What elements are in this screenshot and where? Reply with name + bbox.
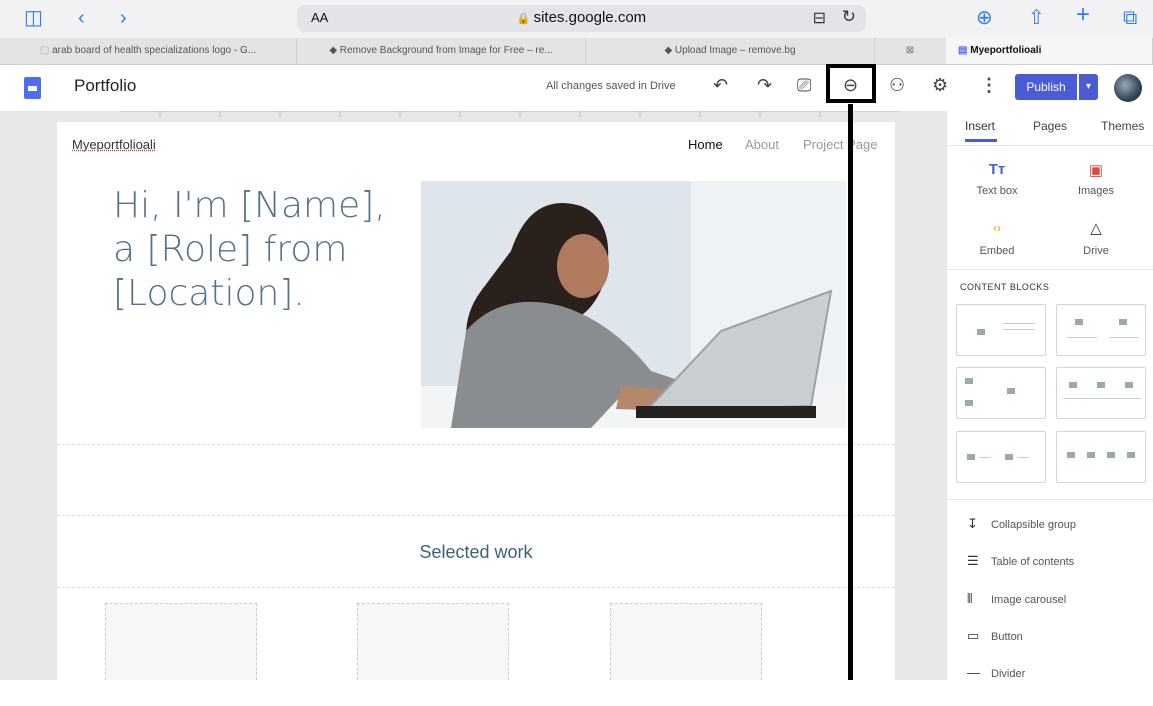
settings-icon[interactable]: ⚙ (932, 75, 948, 96)
section-divider (947, 269, 1153, 270)
share-with-others-icon[interactable]: ⚇ (889, 75, 905, 96)
content-blocks-heading: CONTENT BLOCKS (960, 282, 1050, 292)
section-divider (57, 587, 895, 588)
insert-divider[interactable]: — Divider (967, 665, 1025, 680)
removebg-favicon-icon: ◆ (664, 45, 675, 56)
image-placeholder[interactable] (105, 603, 257, 685)
save-status: All changes saved in Drive (546, 80, 676, 92)
image-placeholder[interactable] (610, 603, 762, 685)
tab-close-button[interactable]: ⊠ (875, 38, 945, 64)
more-options-icon[interactable]: ⋮ (980, 75, 998, 96)
nav-project-page[interactable]: Project Page (803, 137, 877, 152)
tab-divider (947, 145, 1153, 146)
redo-icon[interactable]: ↷ (757, 75, 772, 96)
tab-bar: ▢ arab board of health specializations l… (0, 38, 1153, 65)
downloads-icon[interactable]: ⊕ (976, 6, 993, 30)
image-placeholder[interactable] (357, 603, 509, 685)
tab-remove-bg-free[interactable]: ◆ Remove Background from Image for Free … (297, 38, 586, 64)
embed-icon[interactable]: ‹› (977, 221, 1017, 235)
tab-myeportfolioali[interactable]: ▤ Myeportfolioali (946, 38, 1153, 64)
browser-toolbar: ◫ ‹ › AA 🔒 sites.google.com ⊟ ↻ ⊕ ⇧ + ⧉ (0, 0, 1153, 38)
text-box-icon[interactable]: Tт (977, 161, 1017, 178)
section-divider (57, 444, 895, 445)
content-block-5[interactable] (956, 431, 1046, 483)
woman-laptop-illustration (421, 181, 846, 428)
reader-icon[interactable]: ⊟ (813, 8, 826, 28)
document-title[interactable]: Portfolio (74, 76, 136, 96)
bottom-margin (0, 680, 1153, 706)
ruler (120, 111, 900, 117)
lock-icon: 🔒 (516, 13, 534, 25)
chevron-down-icon: ▾ (1085, 81, 1092, 92)
insert-collapsible-group[interactable]: ↧ Collapsible group (967, 516, 1076, 532)
content-block-2[interactable] (1056, 304, 1146, 356)
carousel-icon: ⫴ (967, 591, 973, 606)
site-name[interactable]: Myeportfolioali (72, 137, 156, 152)
insert-text-box[interactable]: Text box (957, 185, 1037, 197)
content-block-4[interactable] (1056, 367, 1146, 419)
publish-dropdown-button[interactable]: ▾ (1079, 74, 1098, 100)
tab-upload-image[interactable]: ◆ Upload Image – remove.bg (586, 38, 875, 64)
insert-image-carousel[interactable]: ⫴ Image carousel (967, 591, 1066, 607)
hero-image[interactable] (421, 181, 846, 428)
tab-arab-board[interactable]: ▢ arab board of health specializations l… (0, 38, 297, 64)
highlight-box (826, 64, 876, 103)
insert-table-of-contents[interactable]: ☰ Table of contents (967, 553, 1074, 569)
content-block-3[interactable] (956, 367, 1046, 419)
preview-devices-icon[interactable]: ⎚ (797, 75, 811, 96)
forward-icon[interactable]: › (120, 6, 127, 30)
sidebar-toggle-icon[interactable]: ◫ (24, 6, 43, 30)
tab-favicon-icon: ▢ (39, 45, 53, 56)
section-divider (57, 515, 895, 516)
annotation-pointer-line (848, 104, 853, 706)
insert-images[interactable]: Images (1056, 185, 1136, 197)
undo-icon[interactable]: ↶ (713, 75, 728, 96)
new-tab-icon[interactable]: + (1076, 3, 1090, 27)
tab-insert[interactable]: Insert (965, 119, 995, 133)
back-icon[interactable]: ‹ (78, 6, 85, 30)
address-bar[interactable]: AA 🔒 sites.google.com ⊟ ↻ (297, 5, 866, 32)
sites-header: Portfolio All changes saved in Drive ↶ ↷… (0, 64, 1153, 112)
nav-about[interactable]: About (745, 137, 779, 152)
list-icon: ☰ (967, 553, 979, 568)
close-icon[interactable]: ⊠ (906, 45, 914, 56)
collapsible-icon: ↧ (967, 516, 978, 531)
divider-icon: — (967, 665, 980, 680)
button-icon: ▭ (967, 628, 980, 643)
publish-button[interactable]: Publish (1015, 74, 1077, 100)
sites-logo-icon[interactable] (24, 77, 41, 99)
section-divider (947, 499, 1153, 500)
tab-pages[interactable]: Pages (1033, 119, 1067, 133)
reload-icon[interactable]: ↻ (842, 7, 856, 27)
content-block-6[interactable] (1056, 431, 1146, 483)
insert-button[interactable]: ▭ Button (967, 628, 1023, 644)
url-text: sites.google.com (533, 9, 647, 26)
share-icon[interactable]: ⇧ (1028, 6, 1045, 30)
nav-home[interactable]: Home (688, 137, 723, 152)
tabs-overview-icon[interactable]: ⧉ (1123, 6, 1137, 30)
insert-panel: Insert Pages Themes Tт Text box ▣ Images… (946, 111, 1153, 680)
insert-drive[interactable]: Drive (1056, 245, 1136, 257)
images-icon[interactable]: ▣ (1076, 161, 1116, 179)
site-page[interactable]: Myeportfolioali Home About Project Page … (57, 122, 895, 685)
avatar[interactable] (1114, 74, 1142, 102)
section-heading[interactable]: Selected work (57, 542, 895, 563)
sites-favicon-icon: ▤ (958, 45, 971, 56)
tab-themes[interactable]: Themes (1101, 119, 1144, 133)
hero-heading[interactable]: Hi, I'm [Name], a [Role] from [Location]… (113, 184, 413, 316)
removebg-favicon-icon: ◆ (329, 45, 340, 56)
insert-embed[interactable]: Embed (957, 245, 1037, 257)
active-tab-indicator (965, 139, 997, 142)
drive-icon[interactable]: △ (1076, 219, 1116, 237)
content-block-1[interactable] (956, 304, 1046, 356)
